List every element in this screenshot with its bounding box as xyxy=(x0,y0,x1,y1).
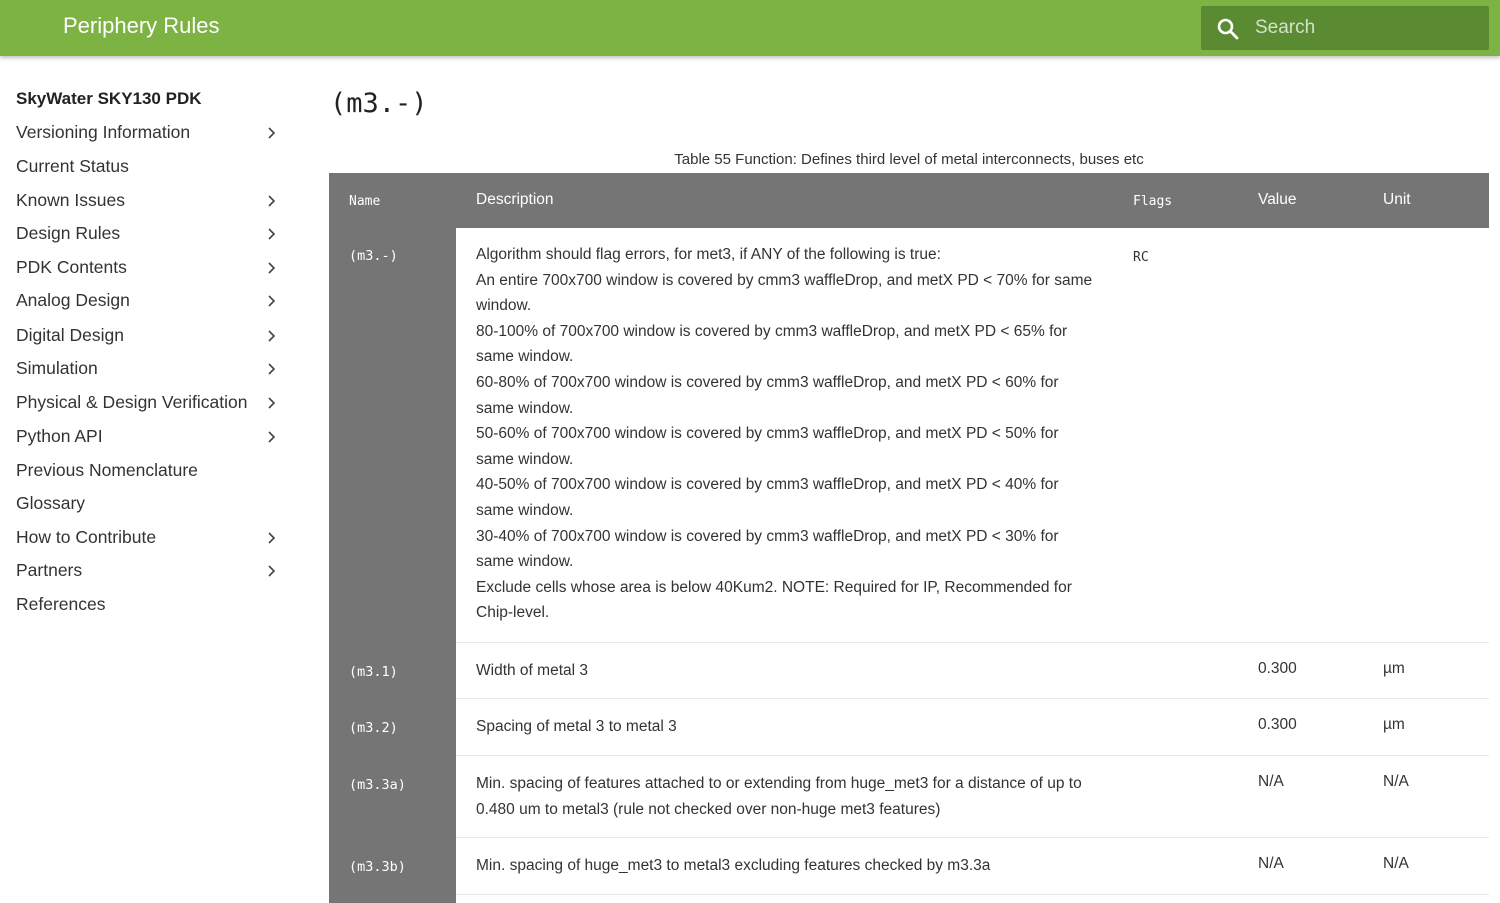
table-row: (m3.1) Width of metal 3 0.300 µm xyxy=(329,643,1489,699)
description-line: Min. spacing of features attached to or … xyxy=(476,775,1082,818)
description-line: An entire 700x700 window is covered by c… xyxy=(476,271,1093,315)
chevron-right-icon[interactable] xyxy=(266,329,276,343)
sidebar-item-label: Current Status xyxy=(16,156,129,176)
header-flags: Flags xyxy=(1133,194,1173,209)
sidebar-item[interactable]: Glossary xyxy=(16,489,278,519)
sidebar-item[interactable]: How to Contribute xyxy=(16,523,278,553)
rule-description: Min. spacing of features attached to or … xyxy=(476,771,1096,822)
sidebar-item-label: Simulation xyxy=(16,358,98,378)
table-row: (m3.3b) Min. spacing of huge_met3 to meta… xyxy=(329,838,1489,895)
sidebar-item[interactable]: Versioning Information xyxy=(16,118,278,148)
rule-name: (m3.3a) xyxy=(349,777,406,793)
rule-value: N/A xyxy=(1258,773,1284,790)
sidebar-item-label: Physical & Design Verification xyxy=(16,392,248,412)
rule-name: (m3.-) xyxy=(349,248,398,264)
chevron-right-icon[interactable] xyxy=(266,261,276,275)
chevron-right-icon[interactable] xyxy=(266,396,276,410)
description-line: Algorithm should flag errors, for met3, … xyxy=(476,246,941,263)
search-box[interactable] xyxy=(1201,6,1489,50)
sidebar-title[interactable]: SkyWater SKY130 PDK xyxy=(16,89,202,109)
row-divider xyxy=(456,894,1489,895)
rule-name: (m3.1) xyxy=(349,664,398,680)
sidebar-item[interactable]: Python API xyxy=(16,422,278,452)
rule-unit: N/A xyxy=(1383,855,1409,872)
page-title: (m3.-) xyxy=(330,88,428,119)
rule-name: (m3.2) xyxy=(349,720,398,736)
rules-table: Name Description Flags Value Unit (m3.-)… xyxy=(329,173,1489,903)
sidebar-item-label: Python API xyxy=(16,426,103,446)
chevron-right-icon[interactable] xyxy=(266,126,276,140)
description-line: Width of metal 3 xyxy=(476,662,588,679)
description-line: Min. spacing of huge_met3 to metal3 excl… xyxy=(476,857,991,874)
rule-description: Spacing of metal 3 to metal 3 xyxy=(476,714,1096,740)
header-unit: Unit xyxy=(1383,191,1411,208)
rule-unit: N/A xyxy=(1383,773,1409,790)
table-caption: Table 55 Function: Defines third level o… xyxy=(674,151,1144,168)
chevron-right-icon[interactable] xyxy=(266,362,276,376)
sidebar-item[interactable]: Partners xyxy=(16,556,278,586)
chevron-right-icon[interactable] xyxy=(266,564,276,578)
chevron-right-icon[interactable] xyxy=(266,531,276,545)
rule-value: 0.300 xyxy=(1258,660,1297,677)
sidebar-item-label: Glossary xyxy=(16,493,86,513)
description-line: 30-40% of 700x700 window is covered by c… xyxy=(476,527,1059,571)
sidebar-item[interactable]: Simulation xyxy=(16,354,278,384)
description-line: 50-60% of 700x700 window is covered by c… xyxy=(476,425,1059,468)
description-line: 40-50% of 700x700 window is covered by c… xyxy=(476,476,1059,519)
sidebar-nav: SkyWater SKY130 PDK Versioning Informati… xyxy=(0,56,300,903)
sidebar-item-label: Versioning Information xyxy=(16,122,191,142)
description-line: 60-80% of 700x700 window is covered by c… xyxy=(476,373,1059,417)
rule-description: Width of metal 3 xyxy=(476,658,1096,684)
rule-flags: RC xyxy=(1133,250,1149,265)
sidebar-item[interactable]: Design Rules xyxy=(16,219,278,249)
rule-description: Algorithm should flag errors, for met3, … xyxy=(476,242,1096,626)
table-header-row: Name Description Flags Value Unit xyxy=(329,173,1489,228)
rule-value: N/A xyxy=(1258,855,1284,872)
sidebar-item-label: Previous Nomenclature xyxy=(16,460,198,480)
rule-unit: µm xyxy=(1383,716,1405,733)
sidebar-item-label: Digital Design xyxy=(16,325,124,345)
table-row: (m3.2) Spacing of metal 3 to metal 3 0.300… xyxy=(329,699,1489,756)
sidebar-item[interactable]: PDK Contents xyxy=(16,253,278,283)
chevron-right-icon[interactable] xyxy=(266,227,276,241)
description-line: Exclude cells whose area is below 40Kum2… xyxy=(476,578,1072,622)
sidebar-item[interactable]: Previous Nomenclature xyxy=(16,456,278,486)
description-line: Spacing of metal 3 to metal 3 xyxy=(476,718,677,735)
sidebar-item[interactable]: Digital Design xyxy=(16,321,278,351)
chevron-right-icon[interactable] xyxy=(266,430,276,444)
rule-name: (m3.3b) xyxy=(349,859,406,875)
top-app-bar: Periphery Rules xyxy=(0,0,1500,56)
sidebar-item-label: Known Issues xyxy=(16,190,125,210)
search-icon[interactable] xyxy=(1216,17,1240,41)
sidebar-item-label: Analog Design xyxy=(16,290,130,310)
description-line: 80-100% of 700x700 window is covered by … xyxy=(476,322,1068,366)
chevron-right-icon[interactable] xyxy=(266,194,276,208)
sidebar-item-label: Partners xyxy=(16,560,83,580)
rule-description: Min. spacing of huge_met3 to metal3 excl… xyxy=(476,853,1096,879)
chevron-right-icon[interactable] xyxy=(266,294,276,308)
rule-value: 0.300 xyxy=(1258,716,1297,733)
sidebar-item-label: References xyxy=(16,594,106,614)
search-input[interactable] xyxy=(1255,6,1481,50)
page-header-title: Periphery Rules xyxy=(63,13,220,38)
sidebar-item[interactable]: Physical & Design Verification xyxy=(16,388,278,418)
table-row: (m3.3a) Min. spacing of features attached… xyxy=(329,756,1489,838)
header-name: Name xyxy=(349,194,381,209)
sidebar-item[interactable]: Analog Design xyxy=(16,286,278,316)
sidebar-item-label: How to Contribute xyxy=(16,527,157,547)
sidebar-item-label: PDK Contents xyxy=(16,257,127,277)
rule-unit: µm xyxy=(1383,660,1405,677)
header-description: Description xyxy=(476,191,554,208)
sidebar-item[interactable]: References xyxy=(16,590,278,620)
sidebar-item-label: Design Rules xyxy=(16,223,121,243)
sidebar-item[interactable]: Current Status xyxy=(16,152,278,182)
header-value: Value xyxy=(1258,191,1297,208)
sidebar-item[interactable]: Known Issues xyxy=(16,186,278,216)
table-row: (m3.-) Algorithm should flag errors, for … xyxy=(329,228,1489,643)
